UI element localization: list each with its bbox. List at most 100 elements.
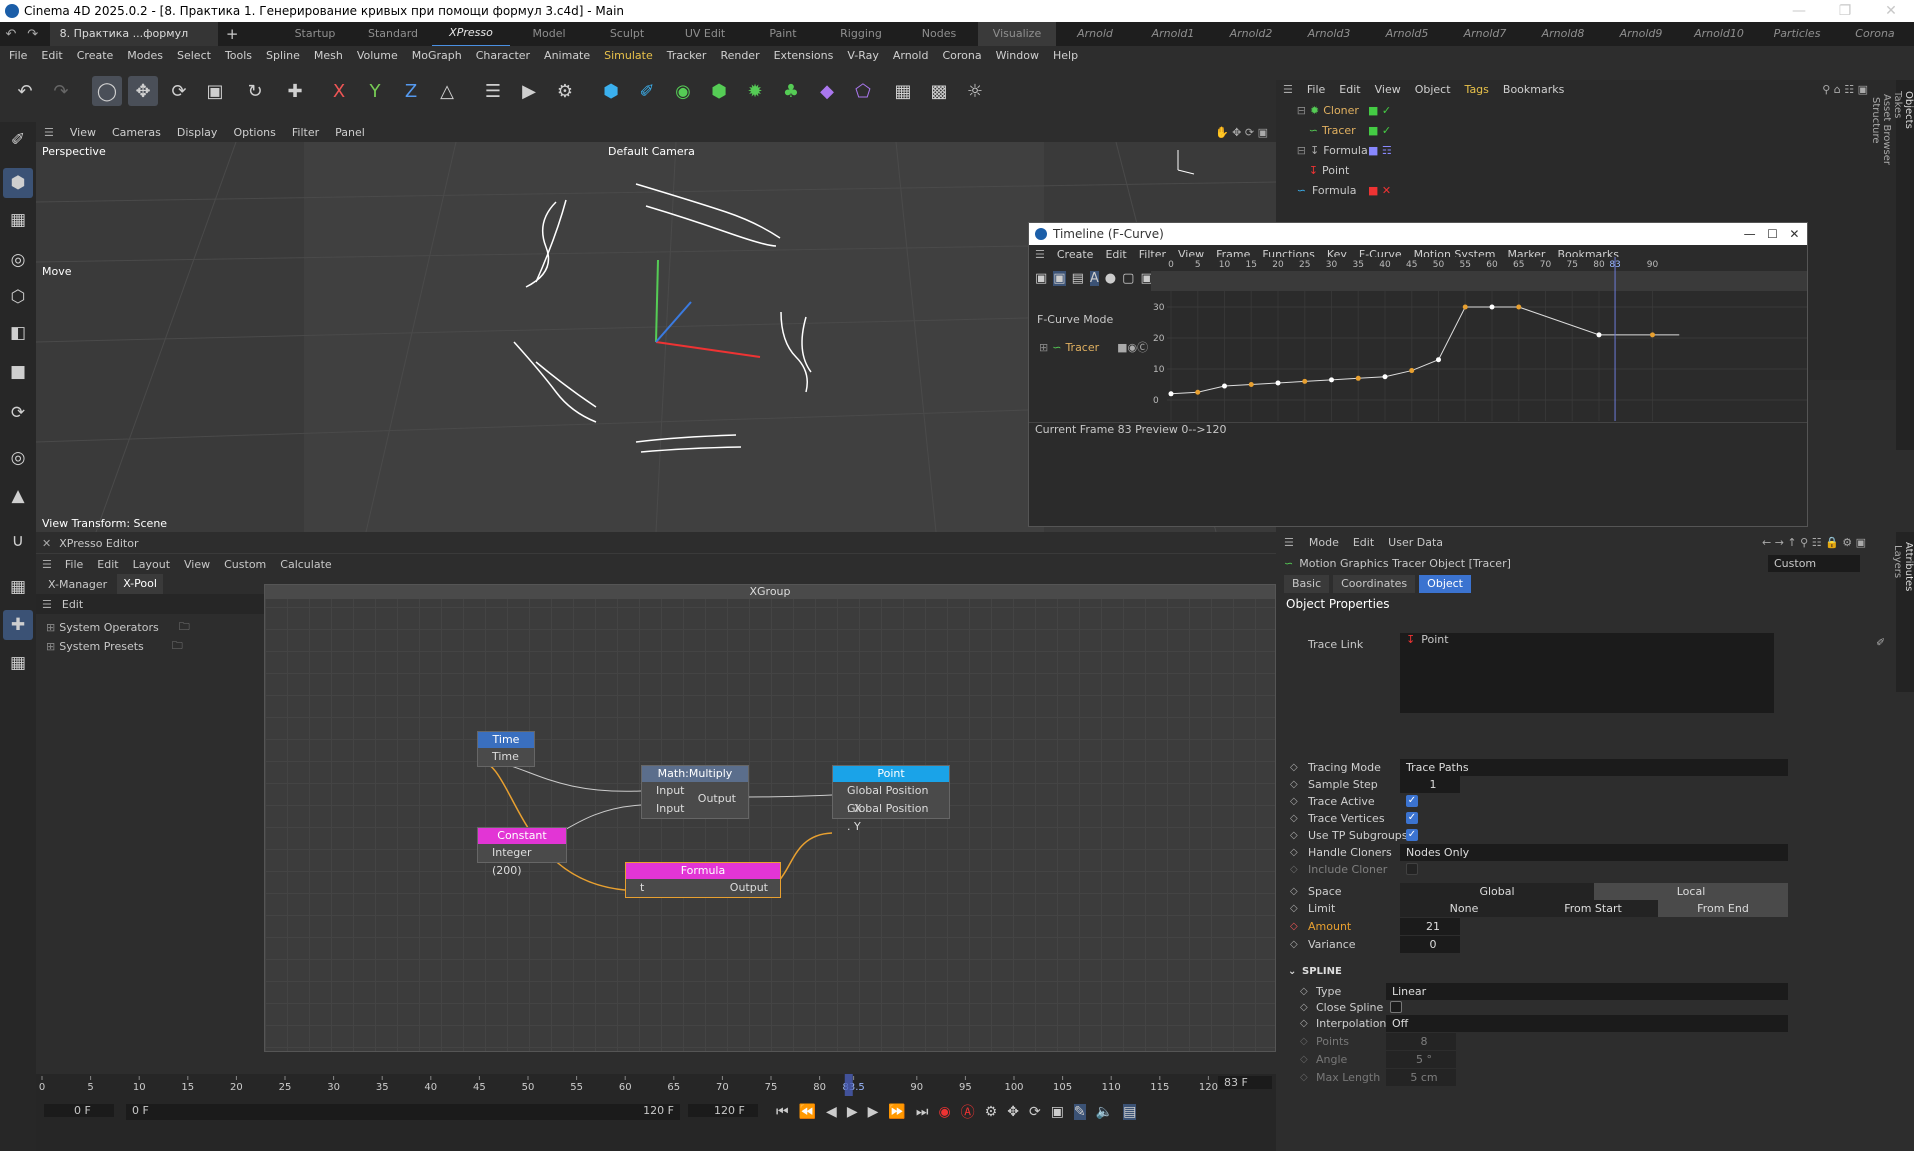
uv-mode-icon[interactable]: ■	[3, 357, 33, 387]
xpool-edit-menu[interactable]: Edit	[62, 598, 83, 611]
transform-icon[interactable]: ✚	[280, 76, 310, 106]
y-axis-icon[interactable]: Y	[360, 76, 390, 106]
field-icon[interactable]: ⬠	[848, 76, 878, 106]
node-time[interactable]: Time Time	[477, 731, 535, 767]
menu-vray[interactable]: V-Ray	[840, 46, 886, 66]
menu-tools[interactable]: Tools	[218, 46, 259, 66]
current-frame-field[interactable]: 83 F	[1218, 1076, 1272, 1089]
preview-range-bar[interactable]: 0 F 120 F	[126, 1104, 680, 1120]
render-view-icon[interactable]: ▶	[514, 76, 544, 106]
menu-mograph[interactable]: MoGraph	[405, 46, 469, 66]
space-global-option[interactable]: Global	[1400, 882, 1594, 900]
undo-nav-icon[interactable]: ↶	[0, 27, 22, 42]
layout-tab[interactable]: Visualize	[978, 22, 1056, 46]
rotate-icon[interactable]: ⟳	[164, 76, 194, 106]
render-settings-icon[interactable]: ⚙	[550, 76, 580, 106]
xp-menu-file[interactable]: File	[58, 558, 90, 571]
menu-select[interactable]: Select	[170, 46, 218, 66]
visibility-check-icon[interactable]: ■ ✓	[1368, 104, 1391, 117]
menu-extensions[interactable]: Extensions	[767, 46, 841, 66]
panel-menu-icon[interactable]: ☰	[1276, 536, 1302, 549]
node-port[interactable]: Output	[730, 881, 768, 894]
document-tab[interactable]: 8. Практика ...формул 3.c4d✕	[49, 22, 219, 64]
polygons-mode-icon[interactable]: ◧	[3, 318, 33, 348]
menu-animate[interactable]: Animate	[537, 46, 597, 66]
fcurve-graph[interactable]: 0 5 10 15 20 25 30 35 40 45 50 55 60 65 70 75 80 83 903020…	[1151, 257, 1807, 421]
live-selection-icon[interactable]: ◯	[92, 76, 122, 106]
pick-icon[interactable]: ✐	[1876, 636, 1885, 649]
layout-tab[interactable]: Arnold3	[1290, 22, 1368, 46]
keyframe-icon[interactable]: ⚙	[985, 1104, 998, 1120]
layout-tab[interactable]: Arnold8	[1524, 22, 1602, 46]
layout-tab[interactable]: Arnold7	[1446, 22, 1524, 46]
node-port[interactable]: Integer (200)	[478, 844, 566, 877]
magnet-icon[interactable]: ∪	[3, 526, 33, 556]
obj-menu-bookmarks[interactable]: Bookmarks	[1496, 80, 1571, 100]
mograph-icon[interactable]: ♣	[776, 76, 806, 106]
layout-tab[interactable]: Paint	[744, 22, 822, 46]
menu-window[interactable]: Window	[989, 46, 1046, 66]
object-row-formula[interactable]: ⊟ ↧ Formula ■ ☶	[1276, 140, 1896, 160]
points-mode-icon[interactable]: ◎	[3, 245, 33, 275]
render-region-icon[interactable]: ☰	[478, 76, 508, 106]
menu-create[interactable]: Create	[70, 46, 121, 66]
attr-nav-icons[interactable]: ← → ↑ ⚲ ☷ 🔒 ⚙ ▣	[1762, 536, 1896, 549]
tl-fcurve-icon[interactable]: ▣	[1053, 270, 1066, 286]
side-tab-takes[interactable]: Takes	[1892, 80, 1903, 130]
limit-from-end-option[interactable]: From End	[1658, 899, 1788, 917]
panel-menu-icon[interactable]: ☰	[42, 598, 62, 611]
minimize-button[interactable]: —	[1776, 0, 1822, 22]
layout-tab[interactable]: Corona	[1836, 22, 1914, 46]
move-icon[interactable]: ✥	[128, 76, 158, 106]
attr-tab-coordinates[interactable]: Coordinates	[1333, 575, 1416, 593]
trace-vertices-checkbox[interactable]: ✓	[1406, 812, 1418, 824]
node-port[interactable]: Global Position . Y	[833, 800, 949, 833]
panel-menu-icon[interactable]: ☰	[36, 126, 62, 139]
object-mode-icon[interactable]: ⬢	[3, 168, 33, 198]
x-axis-icon[interactable]: X	[324, 76, 354, 106]
attr-tab-basic[interactable]: Basic	[1284, 575, 1330, 593]
grid-snap-icon[interactable]: ✚	[3, 610, 33, 640]
tweak-icon[interactable]: ◎	[3, 443, 33, 473]
key-rotation-icon[interactable]: ⟳	[1029, 1104, 1041, 1120]
workplane-icon[interactable]: ▦	[3, 572, 33, 602]
maximize-button[interactable]: ❐	[1822, 0, 1868, 22]
menu-spline[interactable]: Spline	[259, 46, 307, 66]
xp-menu-calculate[interactable]: Calculate	[273, 558, 338, 571]
attr-preset-dropdown[interactable]: Custom	[1768, 554, 1860, 572]
layout-tab[interactable]: Arnold2	[1212, 22, 1290, 46]
subdivision-icon[interactable]: ◉	[668, 76, 698, 106]
xpresso-tag-icon[interactable]: ■ ☶	[1368, 144, 1392, 157]
node-formula[interactable]: Formula t Output	[625, 862, 781, 898]
panel-menu-icon[interactable]: ☰	[1276, 80, 1300, 100]
angle-field[interactable]: 5 °	[1386, 1050, 1456, 1068]
layout-tab[interactable]: Arnold1	[1134, 22, 1212, 46]
layout-tab[interactable]: UV Edit	[666, 22, 744, 46]
edges-mode-icon[interactable]: ⬡	[3, 282, 33, 312]
cloner-icon[interactable]: ✹	[740, 76, 770, 106]
timeline-settings-icon[interactable]: ▤	[1123, 1104, 1137, 1120]
close-panel-icon[interactable]: ✕	[42, 537, 51, 550]
prev-frame-icon[interactable]: ◀	[826, 1104, 837, 1120]
next-key-icon[interactable]: ⏩	[888, 1104, 905, 1120]
object-row-point[interactable]: ↧ Point	[1276, 160, 1896, 180]
obj-menu-file[interactable]: File	[1300, 80, 1332, 100]
redo-icon[interactable]: ↷	[46, 76, 76, 106]
xp-menu-view[interactable]: View	[177, 558, 217, 571]
menu-arnold[interactable]: Arnold	[886, 46, 936, 66]
deformer-icon[interactable]: ◆	[812, 76, 842, 106]
obj-menu-view[interactable]: View	[1368, 80, 1408, 100]
pen-tool-icon[interactable]: ✐	[3, 125, 33, 155]
layout-tab[interactable]: Rigging	[822, 22, 900, 46]
generator-icon[interactable]: ⬢	[704, 76, 734, 106]
node-port[interactable]: Output	[698, 792, 736, 805]
viewport-menu-view[interactable]: View	[62, 126, 104, 139]
texture-mode-icon[interactable]: ▦	[3, 205, 33, 235]
viewport-menu-filter[interactable]: Filter	[284, 126, 327, 139]
quantize-icon[interactable]: ▦	[3, 648, 33, 678]
floor-icon[interactable]: ▦	[888, 76, 918, 106]
coordinate-system-icon[interactable]: △	[432, 76, 462, 106]
tab-x-pool[interactable]: X-Pool	[117, 574, 163, 594]
menu-mesh[interactable]: Mesh	[307, 46, 350, 66]
key-param-icon[interactable]: ✎	[1073, 1104, 1086, 1120]
